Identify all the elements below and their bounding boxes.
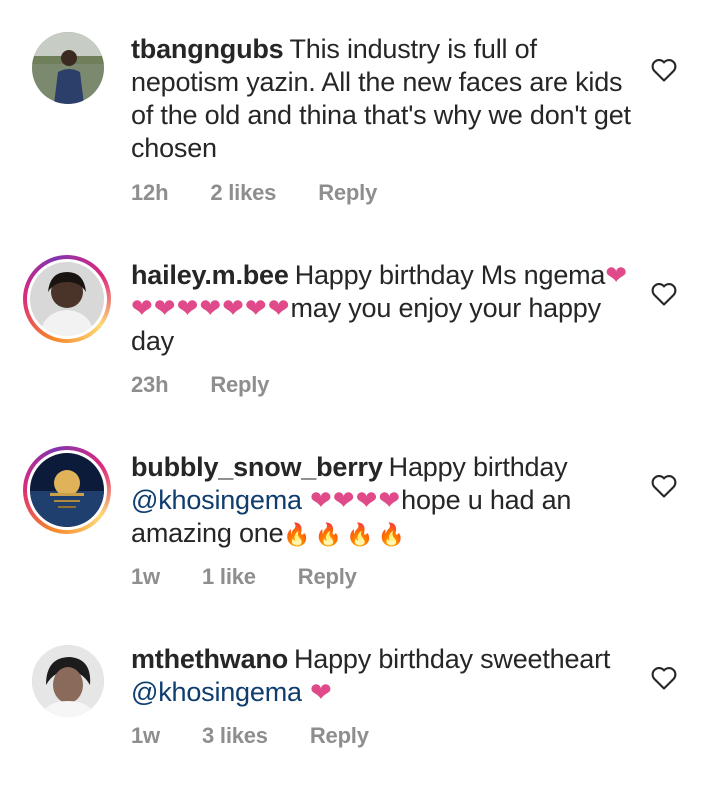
username-link[interactable]: mthethwano (131, 644, 288, 674)
avatar[interactable] (23, 446, 111, 534)
reply-button[interactable]: Reply (318, 180, 377, 205)
fire-emoji: 🔥🔥🔥🔥 (283, 522, 409, 547)
likes-count[interactable]: 3 likes (202, 723, 268, 748)
comment-text: tbangngubs This industry is full of nepot… (131, 33, 631, 165)
heart-emoji: ❤❤❤❤ (301, 485, 402, 515)
comment-text: mthethwano Happy birthday sweetheart @kho… (131, 643, 631, 709)
avatar[interactable] (32, 645, 104, 717)
username-link[interactable]: bubbly_snow_berry (131, 452, 383, 482)
heart-outline-icon[interactable] (650, 473, 678, 499)
username-link[interactable]: hailey.m.bee (131, 260, 289, 290)
timestamp: 12h (131, 180, 169, 205)
reply-button[interactable]: Reply (210, 372, 269, 397)
likes-count[interactable]: 2 likes (210, 180, 276, 205)
reply-button[interactable]: Reply (310, 723, 369, 748)
mention-link[interactable]: @khosingema (131, 677, 302, 707)
comment-meta: 1w 3 likes Reply (131, 723, 411, 749)
reply-button[interactable]: Reply (298, 564, 357, 589)
comment-body: Happy birthday sweetheart (294, 644, 611, 674)
comment-meta: 23h Reply (131, 372, 311, 398)
comment-body: Happy birthday (388, 452, 568, 482)
username-link[interactable]: tbangngubs (131, 34, 284, 64)
heart-outline-icon[interactable] (650, 665, 678, 691)
comment-meta: 12h 2 likes Reply (131, 180, 419, 206)
heart-outline-icon[interactable] (650, 57, 678, 83)
heart-outline-icon[interactable] (650, 281, 678, 307)
timestamp: 23h (131, 372, 169, 397)
timestamp: 1w (131, 723, 160, 748)
heart-emoji: ❤ (301, 677, 333, 707)
likes-count[interactable]: 1 like (202, 564, 256, 589)
comment-body: Happy birthday Ms ngema (294, 260, 606, 290)
comment-text: bubbly_snow_berry Happy birthday @khosing… (131, 451, 631, 551)
comment-text: hailey.m.bee Happy birthday Ms ngema❤❤❤❤❤… (131, 259, 631, 358)
mention-link[interactable]: @khosingema (131, 485, 302, 515)
comment-meta: 1w 1 like Reply (131, 564, 399, 590)
avatar[interactable] (32, 32, 104, 104)
timestamp: 1w (131, 564, 160, 589)
avatar[interactable] (23, 255, 111, 343)
